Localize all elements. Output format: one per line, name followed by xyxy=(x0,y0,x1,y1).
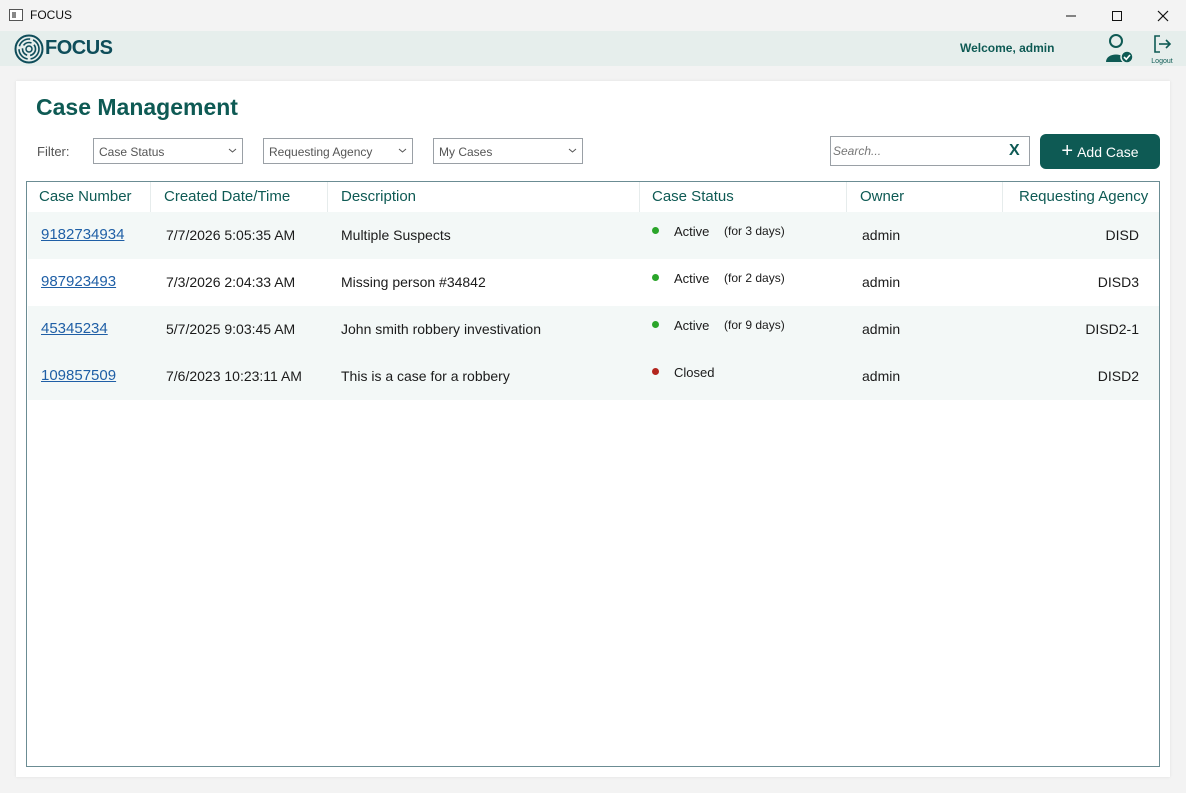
case-owner: admin xyxy=(862,321,901,337)
fingerprint-logo-icon xyxy=(14,34,44,63)
requesting-agency-filter-value: Requesting Agency xyxy=(269,145,373,159)
window-titlebar: FOCUS xyxy=(0,0,1186,31)
logout-label: Logout xyxy=(1151,58,1173,65)
status-dot-icon xyxy=(652,368,659,375)
filter-label: Filter: xyxy=(37,144,70,159)
cases-table: Case Number Created Date/Time Descriptio… xyxy=(26,181,1160,767)
case-description: Multiple Suspects xyxy=(341,227,451,243)
case-status-filter[interactable]: Case Status xyxy=(93,138,243,164)
table-row[interactable]: 987923493 7/3/2026 2:04:33 AM Missing pe… xyxy=(28,259,1159,306)
status-dot-icon xyxy=(652,227,659,234)
column-divider[interactable] xyxy=(327,182,328,212)
column-header-requesting-agency[interactable]: Requesting Agency xyxy=(1019,188,1148,205)
column-header-created[interactable]: Created Date/Time xyxy=(164,188,290,205)
logo-text: FOCUS xyxy=(45,37,113,59)
user-profile-button[interactable] xyxy=(1103,32,1135,64)
search-input[interactable] xyxy=(833,141,1003,161)
column-divider[interactable] xyxy=(846,182,847,212)
requesting-agency: DISD xyxy=(1105,227,1139,243)
status-duration: (for 2 days) xyxy=(724,271,785,285)
case-description: This is a case for a robbery xyxy=(341,368,510,384)
column-header-description[interactable]: Description xyxy=(341,188,416,205)
welcome-message: Welcome, admin xyxy=(960,41,1055,55)
add-case-label: Add Case xyxy=(1077,143,1139,160)
status-dot-icon xyxy=(652,274,659,281)
window-title: FOCUS xyxy=(30,8,72,22)
maximize-button[interactable] xyxy=(1094,0,1140,31)
case-status: Closed xyxy=(674,365,715,380)
status-duration: (for 9 days) xyxy=(724,318,785,332)
column-divider[interactable] xyxy=(150,182,151,212)
user-verified-icon xyxy=(1106,34,1134,64)
case-owner: admin xyxy=(862,227,901,243)
requesting-agency: DISD3 xyxy=(1097,274,1139,290)
app-header: FOCUS Welcome, admin Logout xyxy=(0,31,1186,66)
requesting-agency-filter[interactable]: Requesting Agency xyxy=(263,138,413,164)
table-row[interactable]: 45345234 5/7/2025 9:03:45 AM John smith … xyxy=(28,306,1159,353)
my-cases-filter[interactable]: My Cases xyxy=(433,138,583,164)
plus-icon: + xyxy=(1061,139,1074,162)
status-duration: (for 3 days) xyxy=(724,224,785,238)
search-box: X xyxy=(830,136,1030,166)
requesting-agency: DISD2 xyxy=(1097,368,1139,384)
created-datetime: 5/7/2025 9:03:45 AM xyxy=(166,321,296,337)
minimize-button[interactable] xyxy=(1048,0,1094,31)
column-divider[interactable] xyxy=(1002,182,1003,212)
case-status: Active xyxy=(674,224,710,239)
case-status-filter-value: Case Status xyxy=(99,145,165,159)
column-header-owner[interactable]: Owner xyxy=(860,188,904,205)
case-management-panel: Case Management Filter: Case Status Requ… xyxy=(16,81,1170,777)
add-case-button[interactable]: + Add Case xyxy=(1040,134,1160,169)
column-header-case-status[interactable]: Case Status xyxy=(652,188,734,205)
chevron-down-icon xyxy=(228,148,237,153)
table-row[interactable]: 9182734934 7/7/2026 5:05:35 AM Multiple … xyxy=(28,212,1159,259)
case-number-link[interactable]: 109857509 xyxy=(41,367,116,384)
chevron-down-icon xyxy=(398,148,407,153)
my-cases-filter-value: My Cases xyxy=(439,145,493,159)
column-header-case-number[interactable]: Case Number xyxy=(39,188,132,205)
logout-button[interactable]: Logout xyxy=(1148,33,1176,65)
page-title: Case Management xyxy=(36,94,238,120)
column-divider[interactable] xyxy=(639,182,640,212)
case-number-link[interactable]: 9182734934 xyxy=(41,226,124,243)
clear-search-button[interactable]: X xyxy=(1009,142,1020,160)
app-window-icon xyxy=(9,9,23,21)
case-number-link[interactable]: 45345234 xyxy=(41,320,108,337)
close-window-button[interactable] xyxy=(1140,0,1186,31)
case-owner: admin xyxy=(862,274,901,290)
case-status: Active xyxy=(674,271,710,286)
case-owner: admin xyxy=(862,368,901,384)
created-datetime: 7/6/2023 10:23:11 AM xyxy=(166,368,302,384)
created-datetime: 7/7/2026 5:05:35 AM xyxy=(166,227,296,243)
created-datetime: 7/3/2026 2:04:33 AM xyxy=(166,274,296,290)
case-status: Active xyxy=(674,318,710,333)
minimize-icon xyxy=(1066,15,1076,16)
logout-icon xyxy=(1154,35,1172,53)
chevron-down-icon xyxy=(568,148,577,153)
status-dot-icon xyxy=(652,321,659,328)
requesting-agency: DISD2-1 xyxy=(1085,321,1139,337)
focus-logo[interactable]: FOCUS xyxy=(14,33,113,64)
table-header: Case Number Created Date/Time Descriptio… xyxy=(27,182,1159,212)
table-row[interactable]: 109857509 7/6/2023 10:23:11 AM This is a… xyxy=(28,353,1159,400)
close-icon xyxy=(1157,10,1169,21)
case-number-link[interactable]: 987923493 xyxy=(41,273,116,290)
maximize-icon xyxy=(1112,10,1122,21)
case-description: John smith robbery investivation xyxy=(341,321,541,337)
case-description: Missing person #34842 xyxy=(341,274,486,290)
